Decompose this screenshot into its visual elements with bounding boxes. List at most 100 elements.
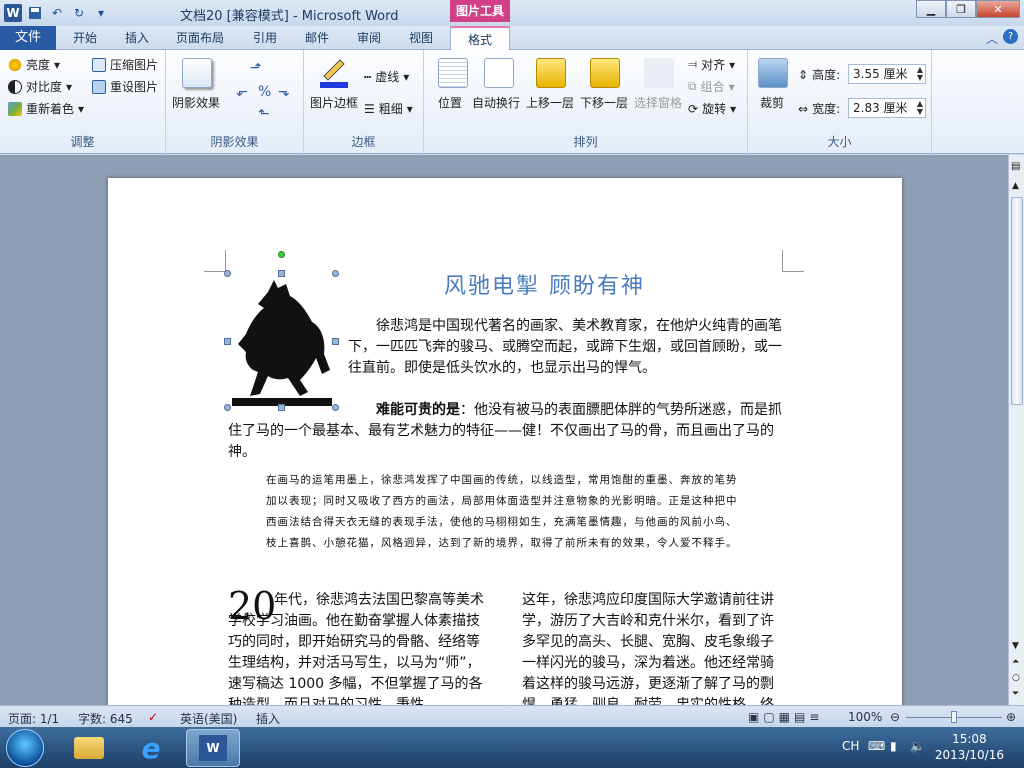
wrap-text-icon[interactable] xyxy=(484,58,514,88)
height-input[interactable]: 3.55 厘米 ▲ ▼ xyxy=(848,64,926,84)
view-buttons[interactable]: ▣▢▦▤≡ xyxy=(748,710,823,724)
save-icon[interactable] xyxy=(26,4,44,22)
resize-handle-top[interactable] xyxy=(278,270,285,277)
tab-review[interactable]: 审阅 xyxy=(346,26,392,50)
close-button[interactable]: ✕ xyxy=(976,0,1020,18)
resize-handle-tr[interactable] xyxy=(332,270,339,277)
word-count[interactable]: 字数: 645 xyxy=(78,710,133,727)
picture-tools-label: 图片工具 xyxy=(450,0,510,22)
reset-picture-button[interactable]: 重设图片 xyxy=(92,78,158,95)
rotate-handle[interactable] xyxy=(278,251,285,258)
dashes-button[interactable]: ┅ 虚线 ▾ xyxy=(364,68,409,85)
group-objects-button[interactable]: ⧉ 组合 ▾ xyxy=(688,78,735,95)
column-2: 这年，徐悲鸿应印度国际大学邀请前往讲学，游历了大吉岭和克什米尔，看到了许多罕见的… xyxy=(522,592,774,708)
ie-taskbar-button[interactable]: e xyxy=(124,729,178,767)
minimize-button[interactable]: ▁ xyxy=(916,0,946,18)
quick-access-toolbar: W ↶ ↻ ▾ xyxy=(4,4,110,22)
recolor-button[interactable]: 重新着色 ▾ xyxy=(8,100,84,117)
tab-file[interactable]: 文件 xyxy=(0,26,56,50)
proofing-icon[interactable]: ✓ xyxy=(148,710,158,724)
resize-handle-left[interactable] xyxy=(224,338,231,345)
paragraph-2: 难能可贵的是：他没有被马的表面膘肥体胖的气势所迷惑，而是抓住了马的一个最基本、最… xyxy=(228,400,782,463)
align-button[interactable]: ⫤ 对齐 ▾ xyxy=(688,56,735,73)
group-icon: ⧉ xyxy=(688,79,697,93)
redo-icon[interactable]: ↻ xyxy=(70,4,88,22)
volume-icon[interactable]: 🔈 xyxy=(910,739,925,753)
crop-icon[interactable] xyxy=(758,58,788,88)
width-input[interactable]: 2.83 厘米 ▲ ▼ xyxy=(848,98,926,118)
explorer-taskbar-button[interactable] xyxy=(62,729,116,767)
customize-qat-icon[interactable]: ▾ xyxy=(92,4,110,22)
browse-object-icon[interactable]: ○ xyxy=(1012,673,1020,683)
keyboard-icon[interactable]: ⌨ xyxy=(868,739,885,753)
maximize-button[interactable]: ❐ xyxy=(946,0,976,18)
document-page[interactable]: 风驰电掣 顾盼有神 徐悲鸿是中国现代著名的画家、美术教育家，在他炉火纯青的画笔下… xyxy=(108,178,902,718)
weight-button[interactable]: ☰ 粗细 ▾ xyxy=(364,100,413,117)
insert-mode[interactable]: 插入 xyxy=(256,710,280,727)
shadow-toggle-icon[interactable]: % xyxy=(258,84,271,100)
send-backward-label: 下移一层 xyxy=(580,96,629,110)
nudge-down-icon[interactable]: ⬑ xyxy=(258,106,270,122)
bring-forward-label: 上移一层 xyxy=(526,96,575,110)
start-button[interactable] xyxy=(6,729,44,767)
tab-format[interactable]: 格式 xyxy=(450,26,510,51)
input-language[interactable]: CH xyxy=(842,739,859,753)
network-icon[interactable]: ▮ xyxy=(890,739,897,753)
tab-page-layout[interactable]: 页面布局 xyxy=(168,26,232,50)
picture-border-icon[interactable] xyxy=(318,56,350,88)
tab-insert[interactable]: 插入 xyxy=(114,26,160,50)
reset-picture-icon xyxy=(92,79,106,94)
position-icon[interactable] xyxy=(438,58,468,88)
next-page-icon[interactable]: ⏷ xyxy=(1012,689,1019,699)
scroll-thumb[interactable] xyxy=(1011,197,1023,405)
crop-mark-tl xyxy=(204,250,226,272)
height-spinner-icon[interactable]: ▲ ▼ xyxy=(917,66,923,82)
help-icon[interactable]: ? xyxy=(1003,29,1018,44)
width-spinner-icon[interactable]: ▲ ▼ xyxy=(917,100,923,116)
nudge-up-icon[interactable]: ⬏ xyxy=(250,60,262,76)
undo-icon[interactable]: ↶ xyxy=(48,4,66,22)
previous-page-icon[interactable]: ⏶ xyxy=(1012,657,1019,667)
tab-home[interactable]: 开始 xyxy=(62,26,108,50)
group-label-border: 边框 xyxy=(351,135,376,149)
bring-forward-icon[interactable] xyxy=(536,58,566,88)
tab-references[interactable]: 引用 xyxy=(242,26,288,50)
picture-border-label: 图片边框 xyxy=(310,96,359,110)
page-count[interactable]: 页面: 1/1 xyxy=(8,710,59,727)
ruler-toggle-icon[interactable]: ▤ xyxy=(1011,161,1020,172)
zoom-in-icon[interactable]: ⊕ xyxy=(1006,710,1016,724)
send-backward-icon[interactable] xyxy=(590,58,620,88)
resize-handle-right[interactable] xyxy=(332,338,339,345)
compress-pictures-button[interactable]: 压缩图片 xyxy=(92,56,158,73)
nudge-left-icon[interactable]: ⬐ xyxy=(236,84,248,100)
word-taskbar-button[interactable]: W xyxy=(186,729,240,767)
tab-view[interactable]: 视图 xyxy=(398,26,444,50)
vertical-scrollbar[interactable]: ▤ ▲ ▼ ⏶ ○ ⏷ xyxy=(1008,155,1024,705)
nudge-right-icon[interactable]: ⬎ xyxy=(278,84,290,100)
shadow-effects-label: 阴影效果 xyxy=(172,96,221,110)
brightness-icon xyxy=(8,57,22,72)
tab-mailings[interactable]: 邮件 xyxy=(294,26,340,50)
rotate-icon: ⟳ xyxy=(688,101,699,116)
group-label-arrange: 排列 xyxy=(573,135,598,149)
word-app-icon[interactable]: W xyxy=(4,4,22,22)
resize-handle-tl[interactable] xyxy=(224,270,231,277)
horse-picture[interactable] xyxy=(228,274,336,408)
language-indicator[interactable]: 英语(美国) xyxy=(180,710,237,727)
window-title: 文档20 [兼容模式] - Microsoft Word xyxy=(180,9,399,24)
contrast-button[interactable]: 对比度 ▾ xyxy=(8,78,72,95)
group-adjust: 亮度 ▾ 对比度 ▾ 重新着色 ▾ 压缩图片 重设图片 调整 xyxy=(0,50,166,154)
zoom-out-icon[interactable]: ⊖ xyxy=(890,710,900,724)
zoom-level[interactable]: 100% xyxy=(848,710,882,724)
collapse-ribbon-icon[interactable]: ︿ xyxy=(986,30,998,47)
rotate-button[interactable]: ⟳ 旋转 ▾ xyxy=(688,100,736,117)
shadow-effects-icon[interactable] xyxy=(182,58,212,88)
zoom-slider-thumb[interactable] xyxy=(951,711,957,723)
document-area: 风驰电掣 顾盼有神 徐悲鸿是中国现代著名的画家、美术教育家，在他炉火纯青的画笔下… xyxy=(0,155,1008,718)
selection-pane-icon[interactable] xyxy=(644,58,674,88)
contrast-icon xyxy=(8,79,22,94)
scroll-up-icon[interactable]: ▲ xyxy=(1012,181,1019,191)
system-clock[interactable]: 15:08 2013/10/16 xyxy=(935,731,1004,763)
brightness-button[interactable]: 亮度 ▾ xyxy=(8,56,60,73)
scroll-down-icon[interactable]: ▼ xyxy=(1012,641,1019,651)
